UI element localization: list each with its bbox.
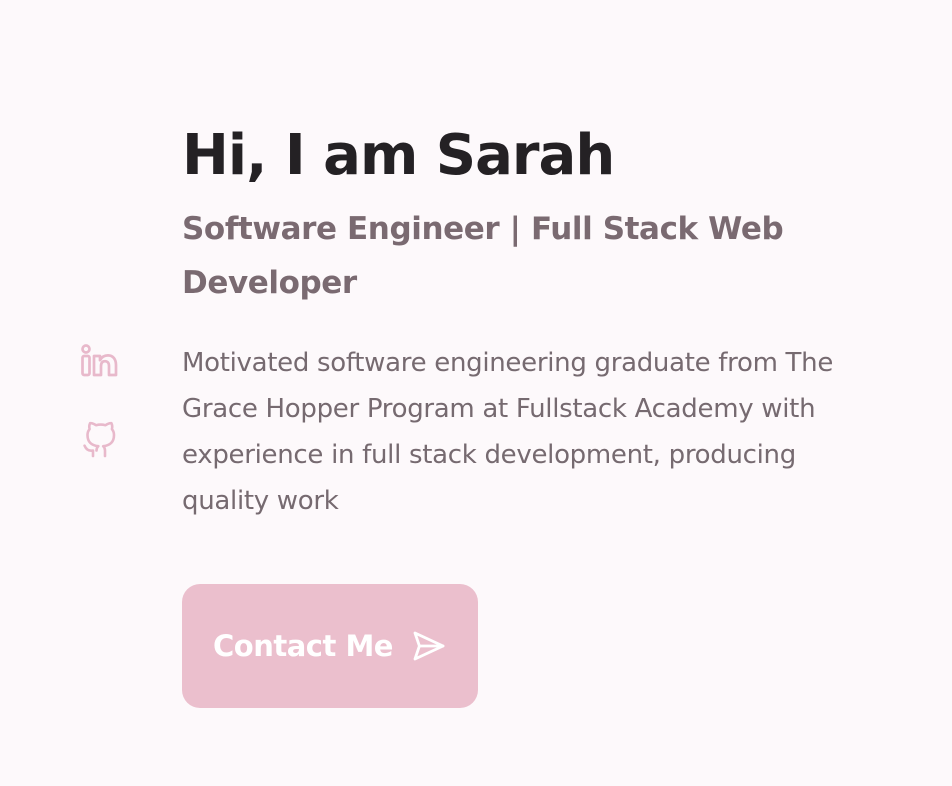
send-icon — [413, 631, 445, 661]
page-title: Hi, I am Sarah — [182, 123, 615, 188]
github-link[interactable] — [80, 421, 118, 459]
job-title: Software Engineer | Full Stack Web Devel… — [182, 211, 784, 301]
github-icon — [83, 421, 116, 458]
hero-section: Hi, I am Sarah Software Engineer | Full … — [182, 118, 872, 524]
contact-me-button[interactable]: Contact Me — [182, 584, 478, 708]
contact-me-label: Contact Me — [213, 629, 393, 663]
linkedin-link[interactable] — [80, 343, 118, 381]
social-links — [80, 343, 118, 499]
linkedin-icon — [81, 344, 118, 377]
profile-summary: Motivated software engineering graduate … — [182, 348, 834, 516]
